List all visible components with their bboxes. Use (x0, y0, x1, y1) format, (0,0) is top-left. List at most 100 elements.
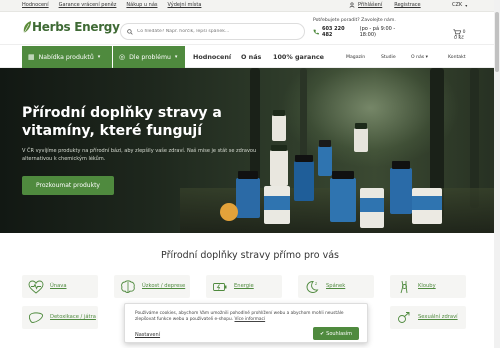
knee-icon (400, 280, 408, 293)
currency-label: CZK (452, 2, 463, 8)
bottle-cap (238, 171, 258, 179)
cookie-more-info-link[interactable]: Více informací (234, 317, 265, 322)
orange-fruit (220, 203, 238, 221)
problems-menu-label: Dle problému (129, 53, 171, 61)
explore-products-button[interactable]: Prozkoumat produkty (22, 176, 114, 195)
problem-label: Úzkost / deprese (142, 283, 186, 289)
logo-text: Herbs Energy (32, 20, 120, 34)
top-bar: Hodnocení Garance vrácení peněz Nákup u … (0, 0, 500, 12)
account-links: Přihlášení Registrace (349, 2, 421, 8)
problem-label: Klouby (418, 283, 436, 289)
problem-card-energy[interactable]: Energie (206, 275, 282, 298)
problem-card-anxiety[interactable]: Úzkost / deprese (114, 275, 190, 298)
phone-number[interactable]: 603 220 482 (322, 26, 357, 38)
top-link-guarantee[interactable]: Garance vrácení peněz (59, 2, 117, 8)
help-text: Potřebujete poradit? Zavolejte nám. (313, 18, 396, 23)
header: Herbs Energy Potřebujete poradit? Zavole… (0, 12, 500, 44)
cart[interactable]: 0 0 Kč (443, 24, 475, 46)
cookie-settings-link[interactable]: Nastavení (135, 332, 160, 338)
login-label: Přihlášení (358, 2, 383, 8)
search-box[interactable] (120, 23, 305, 40)
user-icon (349, 2, 355, 8)
svg-text:z: z (315, 281, 317, 286)
top-link-shopping[interactable]: Nákup u nás (126, 2, 157, 8)
chevron-down-icon: ▾ (465, 2, 468, 8)
problem-label: Sexuální zdraví (418, 314, 458, 320)
cart-icon (452, 29, 461, 36)
cart-price: 0 Kč (454, 36, 464, 41)
scrollbar-thumb[interactable] (495, 12, 499, 72)
cookie-accept-label: Souhlasím (326, 330, 353, 337)
problem-label: Únava (50, 283, 67, 289)
scrollbar[interactable] (494, 0, 500, 348)
logo[interactable]: Herbs Energy (22, 20, 120, 34)
bottle (354, 128, 368, 152)
nav-studies[interactable]: Studie (381, 55, 396, 60)
problem-card-sexual-health[interactable]: Sexuální zdraví (390, 306, 466, 329)
products-menu-button[interactable]: ▦ Nabídka produktů ▾ (22, 46, 112, 68)
problems-section-title: Přírodní doplňky stravy přímo pro vás (161, 250, 339, 261)
nav-reviews[interactable]: Hodnocení (193, 53, 231, 61)
problem-card-joints[interactable]: Klouby (390, 275, 466, 298)
problem-label: Spánek (326, 283, 346, 289)
cookie-banner: Používáme cookies, abychom Vám umožnili … (124, 303, 368, 343)
cookie-text-block: Používáme cookies, abychom Vám umožnili … (135, 311, 360, 323)
hero-text: V ČR vyvíjíme produkty na přírodní bázi,… (22, 148, 257, 162)
top-links: Hodnocení Garance vrácení peněz Nákup u … (22, 2, 201, 8)
bottle-cap (332, 171, 354, 179)
phone-icon (313, 29, 319, 35)
main-nav: ▦ Nabídka produktů ▾ ◎ Dle problému ▾ Ho… (0, 44, 500, 68)
target-icon: ◎ (119, 53, 126, 61)
problem-card-sleep[interactable]: z Spánek (298, 275, 374, 298)
bottle (318, 146, 332, 176)
bottle-cap (355, 123, 367, 129)
bottle (294, 161, 314, 201)
problem-label: Energie (234, 283, 254, 289)
gender-icon (398, 311, 410, 323)
moon-icon: z (306, 281, 319, 293)
hero-title: Přírodní doplňky stravy a vitamíny, kter… (22, 105, 222, 139)
nav-about-small[interactable]: O nás ▾ (411, 55, 428, 60)
products-menu-label: Nabídka produktů (38, 53, 94, 61)
cart-button[interactable]: 0 0 Kč (443, 24, 475, 46)
cookie-accept-button[interactable]: ✔ Souhlasím (313, 327, 359, 340)
nav-guarantee[interactable]: 100% garance (273, 53, 324, 61)
search-input[interactable] (137, 29, 297, 34)
bottle (390, 168, 412, 214)
hero-banner: Přírodní doplňky stravy a vitamíny, kter… (0, 68, 500, 233)
nav-about[interactable]: O nás (241, 53, 261, 61)
currency-select[interactable]: CZK ▾ (452, 2, 467, 8)
bottle-cap (273, 110, 285, 116)
chevron-down-icon: ▾ (174, 54, 178, 60)
bottle (272, 115, 286, 141)
bottle-cap (319, 140, 331, 147)
battery-icon (213, 282, 227, 291)
bottle-label (360, 198, 384, 212)
bottle-label (264, 196, 290, 210)
nav-contact[interactable]: Kontakt (448, 55, 466, 60)
tree-trunk (470, 68, 479, 208)
phone-hours: (po - pá 9:00 - 18:00) (359, 26, 396, 38)
help-contact: Potřebujete poradit? Zavolejte nám. 603 … (313, 18, 413, 38)
bottle (236, 178, 260, 218)
problem-card-fatigue[interactable]: Únava (22, 275, 98, 298)
check-icon: ✔ (319, 330, 325, 337)
phone-line: 603 220 482 (po - pá 9:00 - 18:00) (313, 26, 413, 38)
top-link-reviews[interactable]: Hodnocení (22, 2, 49, 8)
register-link[interactable]: Registrace (394, 2, 420, 8)
top-link-pickup[interactable]: Výdejní místa (168, 2, 202, 8)
chevron-down-icon: ▾ (97, 54, 101, 60)
problems-menu-button[interactable]: ◎ Dle problému ▾ (113, 46, 185, 68)
liver-icon (28, 311, 44, 323)
brain-icon (121, 279, 135, 293)
search-icon (127, 28, 133, 35)
login-link[interactable]: Přihlášení (349, 2, 382, 8)
cart-count: 0 (462, 30, 466, 35)
problem-label: Detoxikace / játra (50, 314, 96, 320)
nav-about-small-label: O nás (411, 55, 425, 60)
bottle (330, 178, 356, 222)
problem-card-detox[interactable]: Detoxikace / játra (22, 306, 98, 329)
nav-magazine[interactable]: Magazín (346, 55, 365, 60)
leaf-icon (23, 21, 31, 34)
heart-pulse-icon (28, 280, 44, 294)
